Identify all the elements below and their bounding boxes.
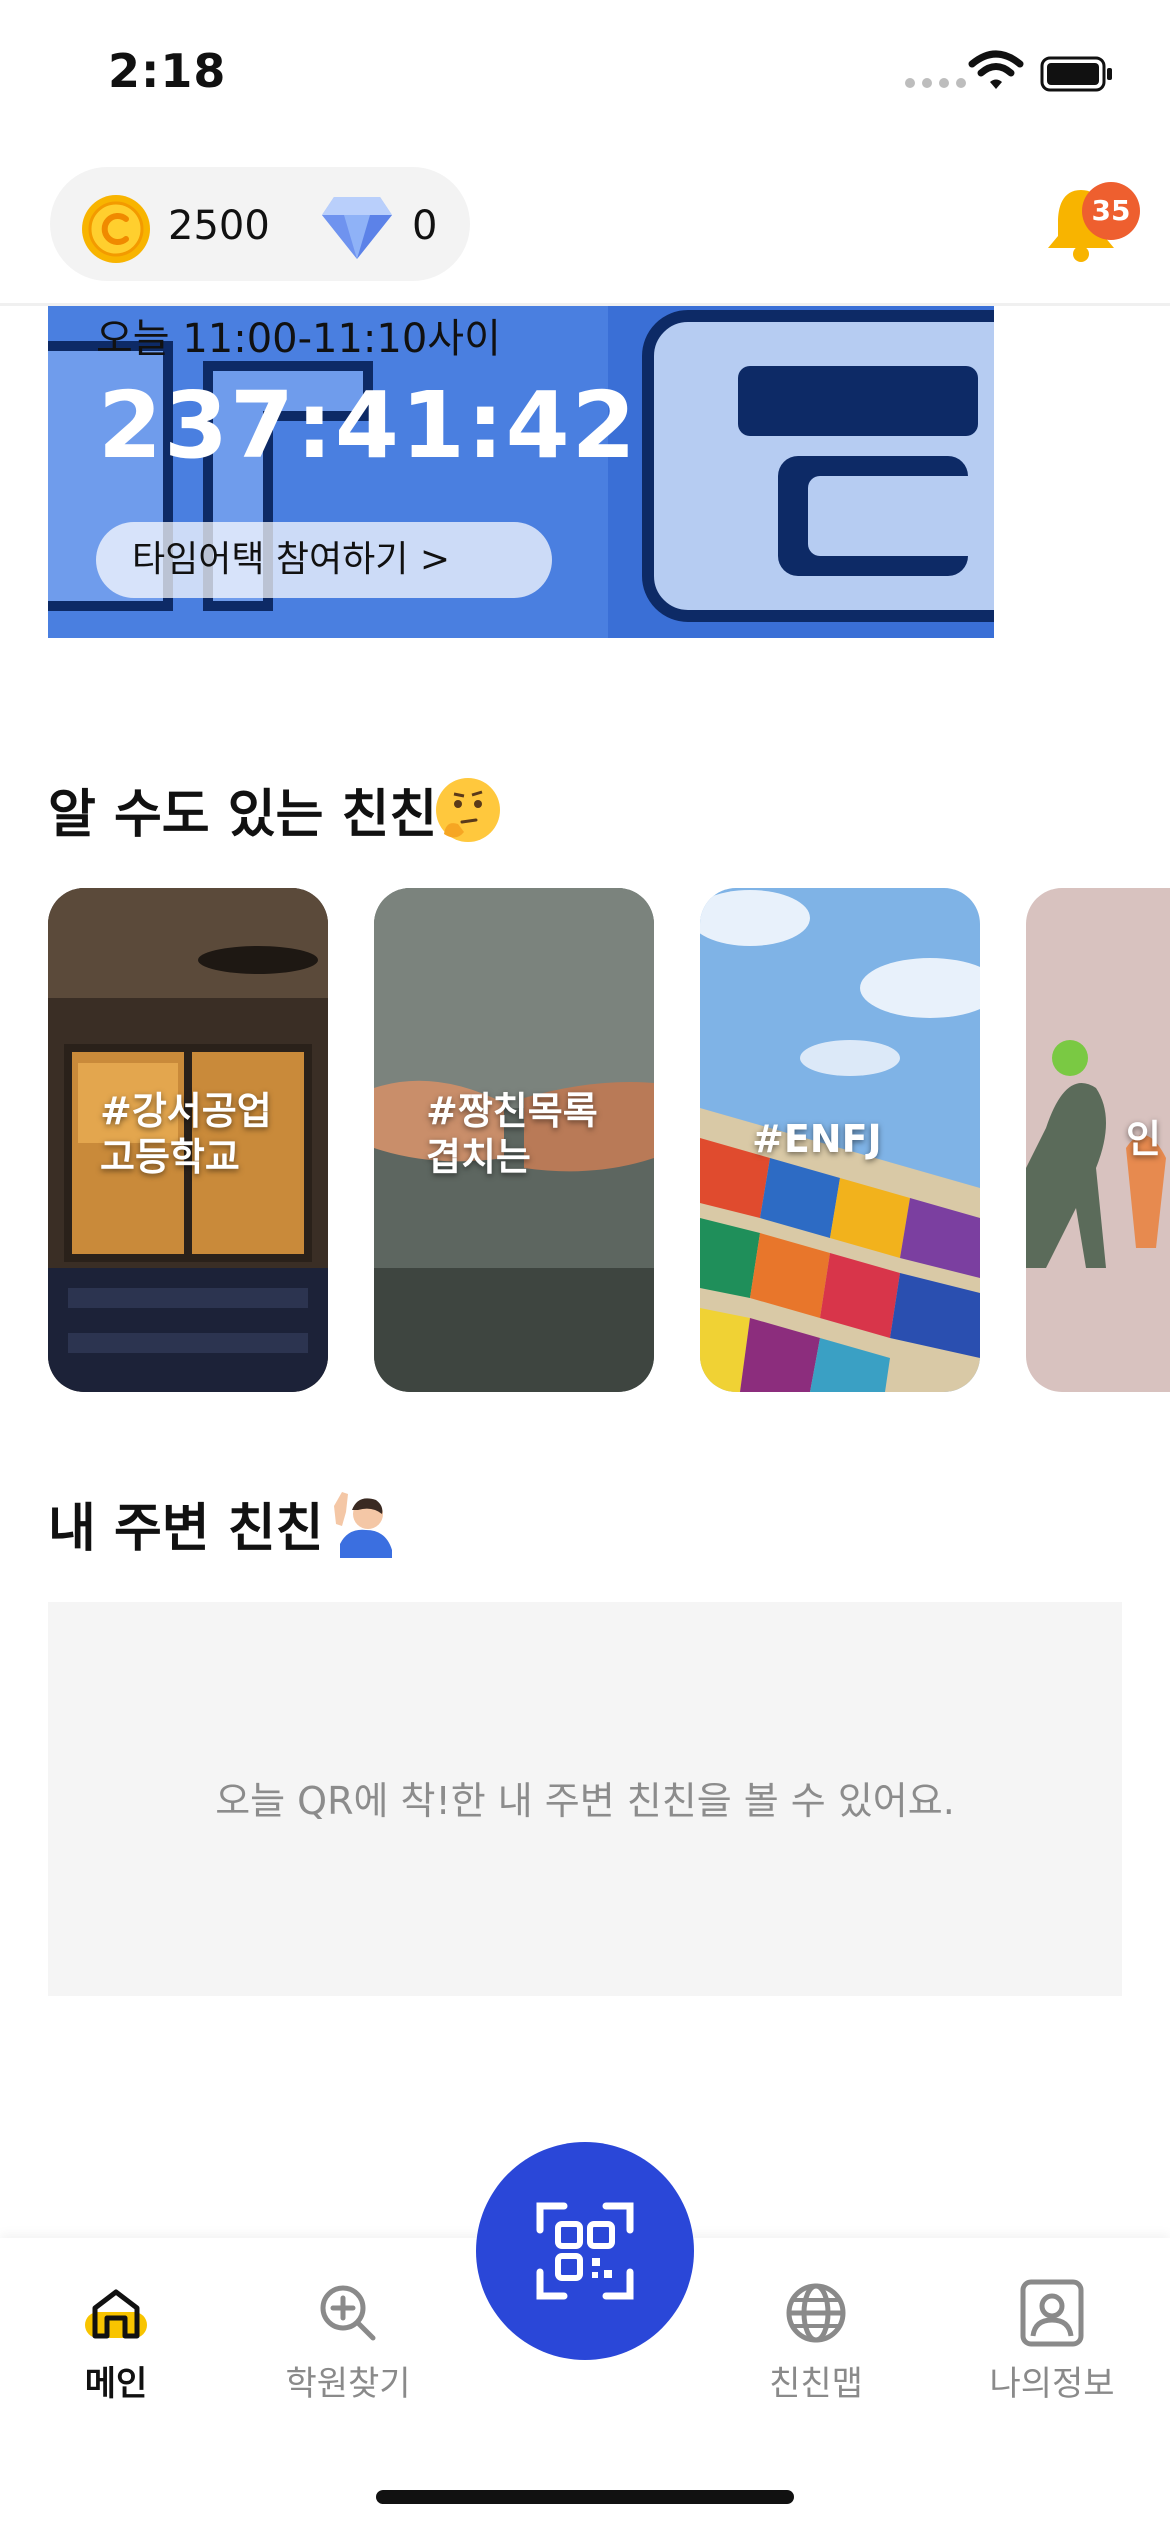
tab-label-friend-map: 친친맵 xyxy=(769,2364,863,2404)
waving-person-icon xyxy=(334,1492,392,1558)
gem-icon xyxy=(322,197,392,259)
status-bar: 2:18 xyxy=(0,0,1170,150)
coin-count: 2500 xyxy=(168,203,270,249)
home-indicator xyxy=(376,2490,794,2504)
globe-icon xyxy=(786,2283,846,2343)
tab-main[interactable]: 메인 xyxy=(26,2278,206,2405)
nearby-friends-title: 내 주변 친친 xyxy=(48,1499,324,1559)
profile-icon xyxy=(1020,2279,1084,2347)
search-plus-icon xyxy=(320,2285,376,2341)
tab-my-info[interactable]: 나의정보 xyxy=(962,2278,1142,2405)
suggestion-card[interactable]: #ENFJ xyxy=(700,888,980,1392)
gem-count: 0 xyxy=(412,203,438,249)
tab-label-main: 메인 xyxy=(84,2364,148,2404)
card-label: #강서공업 고등학교 xyxy=(100,1089,272,1179)
card-label: #짱친목록 겹치는 xyxy=(426,1089,598,1179)
nearby-empty-message: 오늘 QR에 착!한 내 주변 친친을 볼 수 있어요. xyxy=(215,1779,955,1823)
status-time: 2:18 xyxy=(108,44,227,98)
tab-friend-map[interactable]: 친친맵 xyxy=(726,2278,906,2405)
top-header: 2500 0 35 xyxy=(0,150,1170,306)
main-screen: 2:18 2500 0 35 오늘 11:00-11:10사이 237:41:4… xyxy=(0,0,1170,2532)
tab-label-my-info: 나의정보 xyxy=(989,2364,1115,2404)
card-label: #ENFJ xyxy=(752,1117,882,1161)
suggested-friends-title: 알 수도 있는 친친 xyxy=(48,785,438,845)
signal-icon xyxy=(905,78,966,88)
banner-subtitle: 오늘 11:00-11:10사이 xyxy=(96,316,501,362)
tab-label-find-academy: 학원찾기 xyxy=(285,2364,411,2404)
notification-badge: 35 xyxy=(1082,182,1140,240)
wifi-icon xyxy=(968,50,1024,89)
suggestion-card[interactable]: #짱친목록 겹치는 xyxy=(374,888,654,1392)
card-label: 인 xyxy=(1126,1117,1161,1161)
tab-find-academy[interactable]: 학원찾기 xyxy=(258,2278,438,2405)
time-attack-banner[interactable]: 오늘 11:00-11:10사이 237:41:42 타임어택 참여하기 > xyxy=(48,306,994,638)
battery-icon xyxy=(1040,56,1112,92)
home-icon xyxy=(85,2289,147,2339)
coin-icon xyxy=(82,195,150,263)
currency-pill[interactable]: 2500 0 xyxy=(50,167,470,281)
suggestion-card[interactable]: #강서공업 고등학교 xyxy=(48,888,328,1392)
qr-scan-icon xyxy=(536,2202,634,2300)
qr-scan-button[interactable] xyxy=(476,2142,694,2360)
suggestion-card[interactable]: 인 xyxy=(1026,888,1170,1392)
nearby-friends-empty-state: 오늘 QR에 착!한 내 주변 친친을 볼 수 있어요. xyxy=(48,1602,1122,1996)
thinking-face-icon xyxy=(436,778,500,842)
countdown-timer: 237:41:42 xyxy=(98,372,638,479)
suggested-cards-carousel[interactable]: #강서공업 고등학교 #짱친목록 겹치는 #ENFJ 인 xyxy=(48,888,1170,1392)
join-time-attack-button[interactable]: 타임어택 참여하기 > xyxy=(96,522,552,598)
